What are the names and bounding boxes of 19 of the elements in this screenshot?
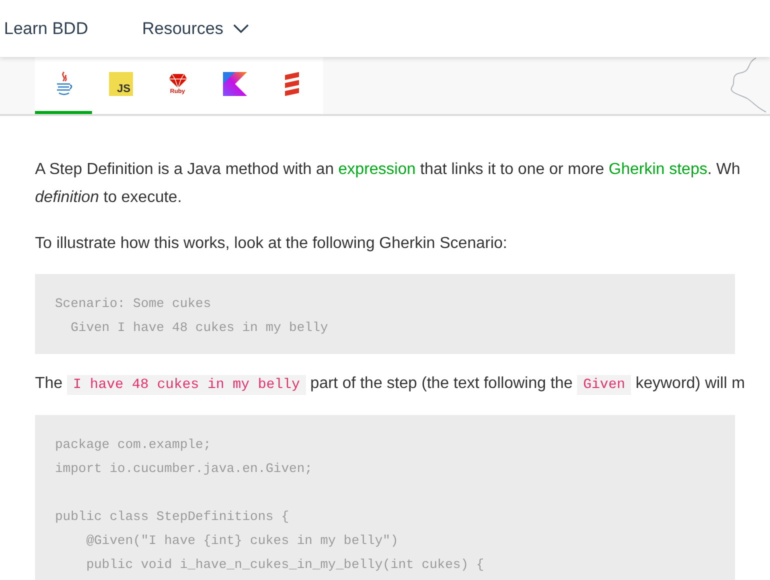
nav-dropdown[interactable]: Resources bbox=[142, 18, 250, 38]
code-line: Given I have 48 cukes in my belly bbox=[70, 319, 328, 337]
inline-code: I have 48 cukes in my belly bbox=[67, 375, 306, 395]
code-line: import io.cucumber.java.en.Given; bbox=[55, 460, 312, 478]
kotlin-logo-icon bbox=[222, 72, 246, 96]
code-line: Scenario: Some cukes bbox=[55, 295, 212, 313]
inline-code: Given bbox=[577, 375, 632, 395]
scala-logo-icon bbox=[284, 72, 300, 96]
paragraph: To illustrate how this works, look at the following Gherkin Scenario: bbox=[35, 234, 508, 254]
code-line: public class StepDefinitions { bbox=[55, 508, 290, 526]
paragraph: The I have 48 cukes in my belly part of the step (the text following the Given keyword) will m bbox=[35, 374, 745, 397]
code-line: @Given("I have {int} cukes in my belly") bbox=[85, 532, 398, 550]
code-line: public void i_have_n_cukes_in_my_belly(int cukes) { bbox=[85, 556, 484, 574]
javascript-logo-icon: JS bbox=[108, 72, 132, 96]
language-tab[interactable]: JS bbox=[92, 57, 149, 114]
code-line: package com.example; bbox=[55, 436, 212, 454]
chevron-down-icon bbox=[233, 24, 250, 34]
nav-link[interactable]: Learn BDD bbox=[4, 18, 88, 38]
paragraph: A Step Definition is a Java method with an expression that links it to one or more Gherkin steps. Wh definition to execute. bbox=[35, 160, 740, 208]
